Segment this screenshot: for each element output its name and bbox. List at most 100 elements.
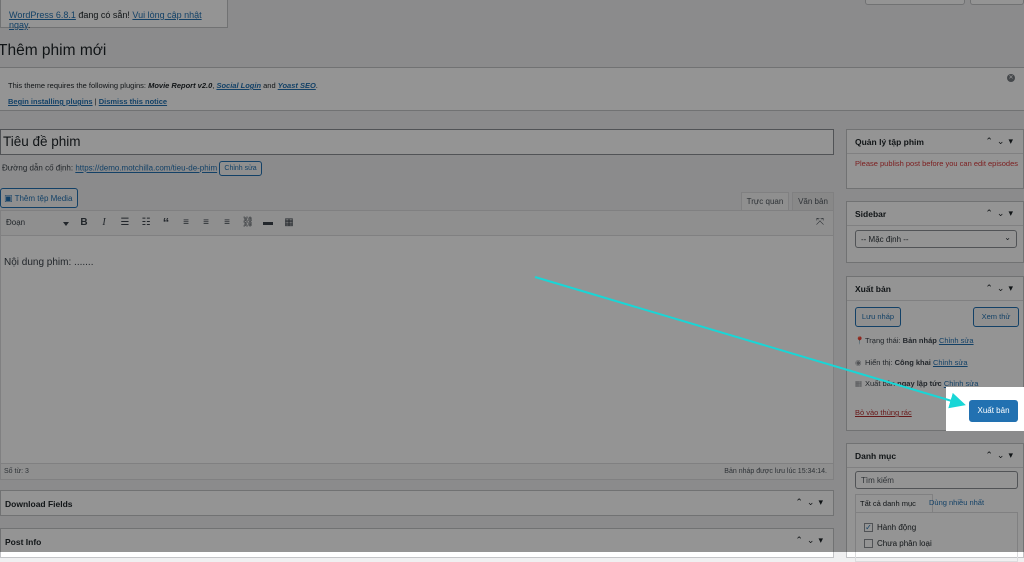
bold-icon[interactable]: B <box>77 216 91 230</box>
post-info-title: Post Info <box>5 537 42 547</box>
checkbox-icon[interactable] <box>864 539 873 549</box>
pin-icon: 📍 <box>855 336 865 345</box>
episodes-header[interactable]: Quản lý tập phim ⌃⌄▾ <box>847 130 1023 154</box>
word-count: Số từ: 3 <box>4 468 29 475</box>
post-info-box[interactable]: Post Info ⌃⌄▾ <box>0 528 834 558</box>
numbered-list-icon[interactable]: ☷ <box>139 216 153 230</box>
permalink-url[interactable]: https://demo.motchilla.com/tieu-de-phim <box>75 164 217 173</box>
read-more-icon[interactable]: ▬ <box>261 216 275 230</box>
status-value: Bản nháp <box>902 336 937 345</box>
wordpress-version-link[interactable]: WordPress 6.8.1 <box>9 10 76 20</box>
tab-text[interactable]: Văn bản <box>792 192 834 210</box>
add-media-label: Thêm tệp Media <box>14 194 73 203</box>
italic-icon[interactable]: I <box>97 216 111 230</box>
align-left-icon[interactable]: ≡ <box>179 216 193 230</box>
editor-status-bar: Số từ: 3 Bản nháp được lưu lúc 15:34:14. <box>1 463 833 479</box>
bulleted-list-icon[interactable]: ☰ <box>118 216 132 230</box>
publish-title: Xuất bản <box>855 284 891 294</box>
notice-prefix: This theme requires the following plugin… <box>8 81 149 90</box>
tab-most-used[interactable]: Dùng nhiều nhất <box>929 498 984 507</box>
notice-end: . <box>315 81 318 90</box>
sidebar-box-header[interactable]: Sidebar ⌃⌄▾ <box>847 202 1023 226</box>
notice-plugin-1: Movie Report v2.0 <box>148 81 213 90</box>
move-arrows-icon[interactable]: ⌃⌄▾ <box>985 283 1017 294</box>
eye-icon: ◉ <box>855 358 862 367</box>
post-title-input[interactable]: Tiêu đề phim <box>0 129 834 155</box>
move-arrows-icon[interactable]: ⌃⌄▾ <box>985 450 1017 461</box>
notice-actions: Begin installing plugins | Dismiss this … <box>8 94 1016 110</box>
begin-installing-link[interactable]: Begin installing plugins <box>8 97 93 106</box>
permalink-edit-button[interactable]: Chỉnh sửa <box>219 161 262 176</box>
draft-saved-status: Bản nháp được lưu lúc 15:34:14. <box>724 468 827 475</box>
permalink-row: Đường dẫn cố định: https://demo.motchill… <box>2 161 262 176</box>
move-to-trash-link[interactable]: Bỏ vào thùng rác <box>855 408 912 417</box>
checkbox-checked-icon[interactable]: ✓ <box>864 523 873 533</box>
plugin-notice: This theme requires the following plugin… <box>0 67 1024 111</box>
fullscreen-icon[interactable]: ⤧ <box>813 216 827 230</box>
editor-toolbar: Đoạn B I ☰ ☷ “ ≡ ≡ ≡ ⛓ ▬ ▦ ⤧ <box>1 211 833 236</box>
sidebar-box: Sidebar ⌃⌄▾ -- Mặc định -- ⌄ <box>846 201 1024 263</box>
blockquote-icon[interactable]: “ <box>159 216 173 230</box>
page-title: Thêm phim mới <box>0 42 107 59</box>
calendar-icon: ▦ <box>855 379 863 388</box>
episodes-box: Quản lý tập phim ⌃⌄▾ Please publish post… <box>846 129 1024 189</box>
sidebar-box-title: Sidebar <box>855 209 887 219</box>
tab-all-categories[interactable]: Tất cả danh mục <box>855 494 933 512</box>
sidebar-select[interactable]: -- Mặc định -- ⌄ <box>855 230 1017 248</box>
download-fields-title: Download Fields <box>5 499 73 509</box>
category-item[interactable]: ✓ Hành động <box>864 523 917 533</box>
publish-header[interactable]: Xuất bản ⌃⌄▾ <box>847 277 1023 301</box>
notice-close-icon[interactable]: ✕ <box>1007 74 1015 82</box>
dismiss-notice-link[interactable]: Dismiss this notice <box>99 97 167 106</box>
align-center-icon[interactable]: ≡ <box>199 216 213 230</box>
update-nag-end: . <box>27 20 31 30</box>
status-label: Trạng thái: <box>865 336 903 345</box>
download-fields-box[interactable]: Download Fields ⌃⌄▾ <box>0 490 834 516</box>
permalink-label: Đường dẫn cố định: <box>2 163 76 173</box>
move-arrows-icon[interactable]: ⌃⌄▾ <box>795 497 827 508</box>
publish-button[interactable]: Xuất bản <box>969 400 1018 422</box>
editor-body-text[interactable]: Nội dung phim: ....... <box>4 257 94 268</box>
save-draft-button[interactable]: Lưu nháp <box>855 307 901 327</box>
chevron-down-icon: ⌄ <box>1004 233 1011 242</box>
visibility-label: Hiển thị: <box>865 358 895 367</box>
tab-visual[interactable]: Trực quan <box>741 192 789 210</box>
screen-options-button[interactable] <box>865 0 965 5</box>
help-button[interactable] <box>970 0 1024 5</box>
categories-box: Danh mục ⌃⌄▾ Tìm kiếm Tất cả danh mục Dù… <box>846 443 1024 562</box>
status-edit-link[interactable]: Chỉnh sửa <box>939 336 974 345</box>
align-right-icon[interactable]: ≡ <box>220 216 234 230</box>
sidebar-select-value: -- Mặc định -- <box>861 235 909 244</box>
move-arrows-icon[interactable]: ⌃⌄▾ <box>985 208 1017 219</box>
categories-header[interactable]: Danh mục ⌃⌄▾ <box>847 444 1023 468</box>
yoast-seo-link[interactable]: Yoast SEO <box>278 81 316 90</box>
category-label: Chưa phân loại <box>877 539 932 548</box>
category-list: ✓ Hành động Chưa phân loại <box>855 512 1018 562</box>
visibility-row: ◉ Hiển thị: Công khai Chỉnh sửa <box>855 358 968 367</box>
social-login-link[interactable]: Social Login <box>216 81 261 90</box>
media-icon: ▣ <box>4 193 13 203</box>
move-arrows-icon[interactable]: ⌃⌄▾ <box>985 136 1017 147</box>
visibility-value: Công khai <box>894 358 931 367</box>
notice-message: This theme requires the following plugin… <box>8 78 1016 94</box>
category-search-input[interactable]: Tìm kiếm <box>855 471 1018 489</box>
schedule-label: Xuất bản <box>865 379 898 388</box>
visibility-edit-link[interactable]: Chỉnh sửa <box>933 358 968 367</box>
link-icon[interactable]: ⛓ <box>241 216 255 230</box>
toolbar-toggle-icon[interactable]: ▦ <box>282 216 296 230</box>
category-label: Hành động <box>877 523 917 532</box>
episodes-error: Please publish post before you can edit … <box>855 159 1019 168</box>
format-select[interactable]: Đoạn <box>3 216 71 231</box>
notice-sep: and <box>261 81 278 90</box>
update-nag: WordPress 6.8.1 đang có sẵn! Vui lòng cậ… <box>0 0 228 30</box>
episodes-title: Quản lý tập phim <box>855 137 924 147</box>
update-nag-text: đang có sẵn! <box>75 10 133 20</box>
add-media-button[interactable]: ▣ Thêm tệp Media <box>0 188 79 208</box>
preview-button[interactable]: Xem thử <box>973 307 1019 327</box>
status-row: 📍Trạng thái: Bản nháp Chỉnh sửa <box>855 336 974 345</box>
move-arrows-icon[interactable]: ⌃⌄▾ <box>795 535 827 546</box>
schedule-value: ngay lập tức <box>897 379 942 388</box>
content-editor: Đoạn B I ☰ ☷ “ ≡ ≡ ≡ ⛓ ▬ ▦ ⤧ Nội dung ph… <box>0 210 834 480</box>
category-item[interactable]: Chưa phân loại <box>864 539 932 549</box>
categories-title: Danh mục <box>855 451 897 461</box>
